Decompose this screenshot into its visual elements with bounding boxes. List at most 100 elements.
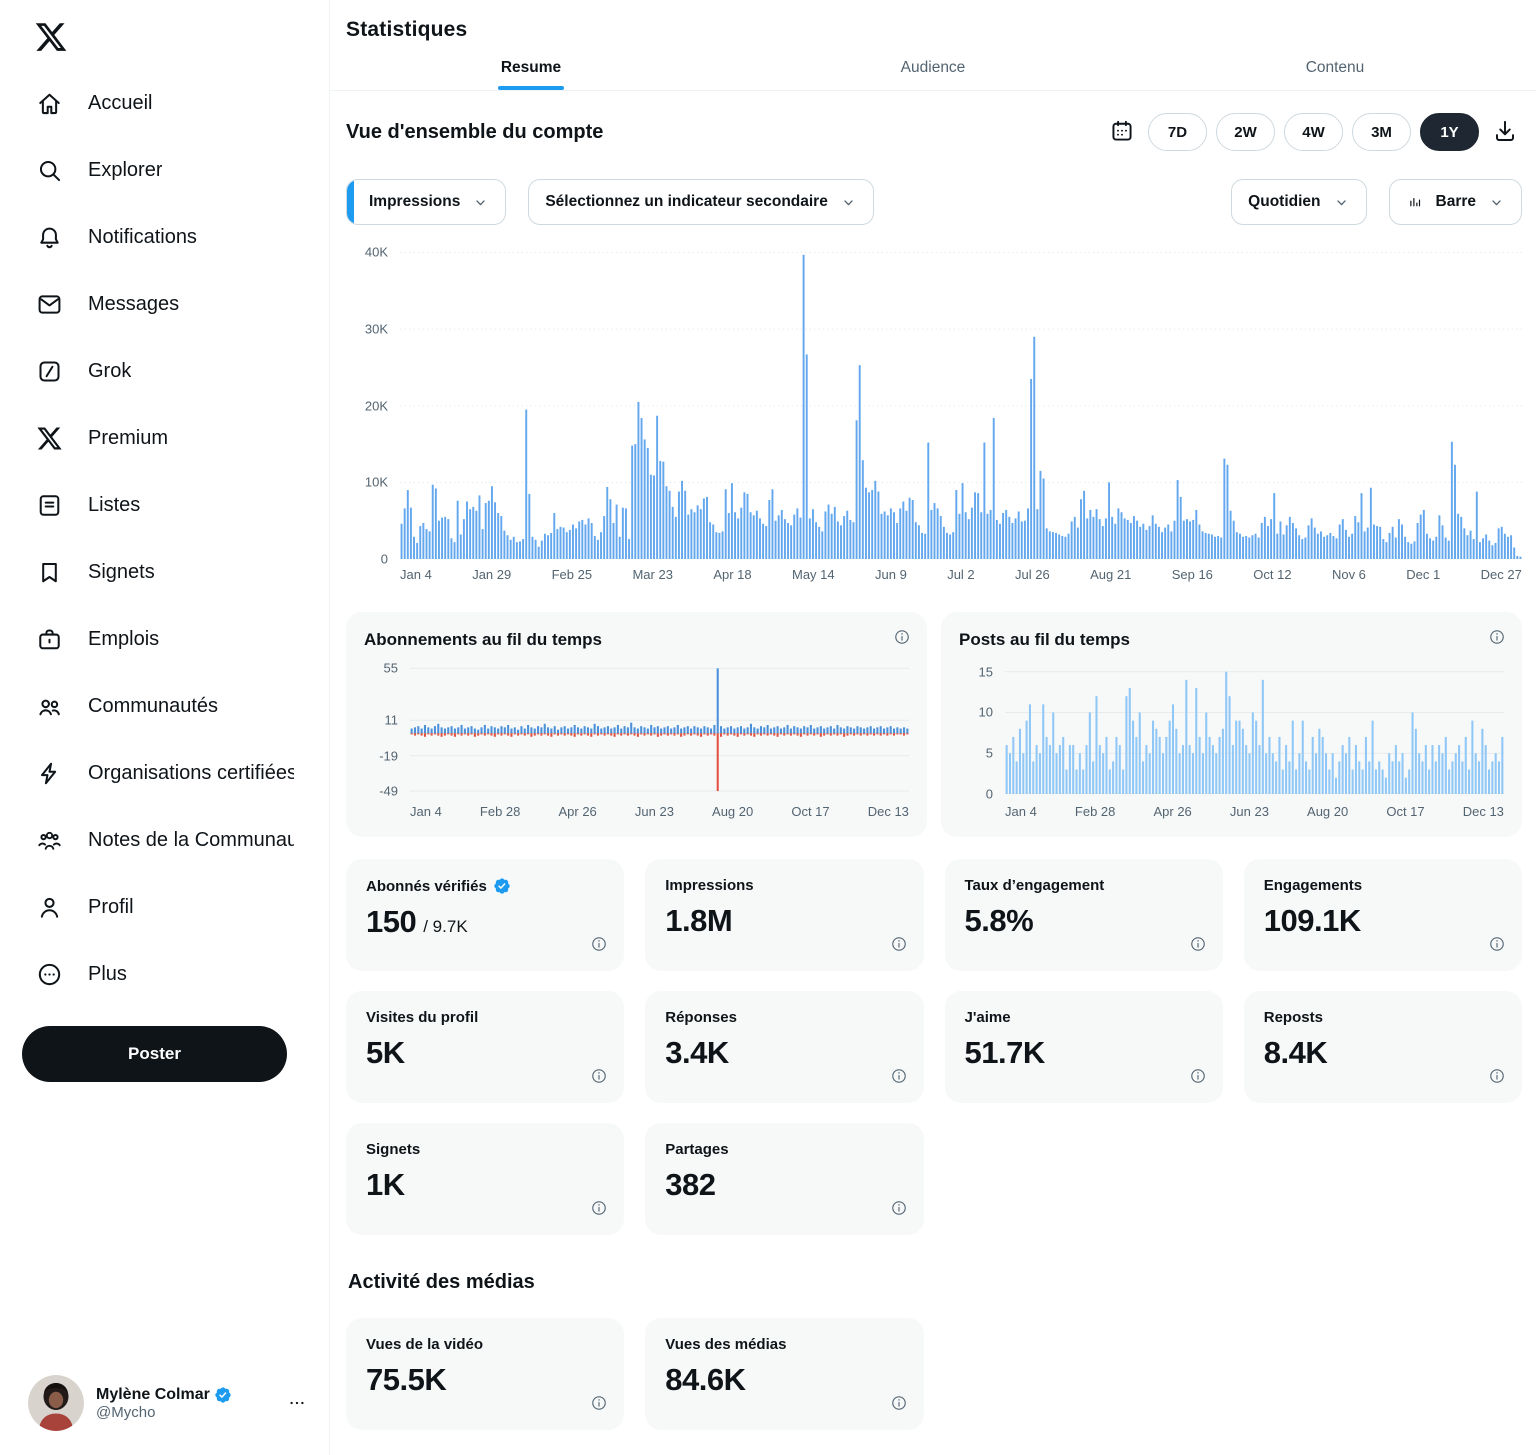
sidebar-item-label: Profil: [88, 896, 134, 919]
secondary-metric-select[interactable]: Sélectionnez un indicateur secondaire: [528, 179, 874, 225]
calendar-icon: [1109, 118, 1135, 147]
bookmark-icon: [36, 559, 63, 586]
info-icon[interactable]: [590, 1067, 608, 1085]
sidebar-item-notes-communaute[interactable]: Notes de la Communauté: [0, 807, 329, 874]
tab-resume[interactable]: Resume: [330, 46, 732, 90]
sidebar-item-plus[interactable]: Plus: [0, 941, 329, 1008]
frequency-select[interactable]: Quotidien: [1231, 179, 1366, 225]
sidebar-item-label: Explorer: [88, 159, 162, 182]
overview-title: Vue d'ensemble du compte: [346, 121, 603, 144]
more-circle-icon: [36, 961, 63, 988]
download-icon: [1492, 118, 1518, 147]
sidebar-item-label: Communautés: [88, 695, 218, 718]
range-2w[interactable]: 2W: [1216, 113, 1275, 151]
stat-card-reposts: Reposts 8.4K: [1244, 991, 1522, 1103]
more-icon[interactable]: [287, 1393, 307, 1413]
info-icon[interactable]: [893, 628, 911, 646]
info-icon[interactable]: [890, 935, 908, 953]
info-icon[interactable]: [1189, 1067, 1207, 1085]
account-switcher[interactable]: Mylène Colmar @Mycho: [28, 1375, 307, 1431]
active-tab-underline: [498, 86, 564, 90]
info-icon[interactable]: [590, 1394, 608, 1412]
info-icon[interactable]: [590, 1199, 608, 1217]
grok-icon: [36, 358, 63, 385]
sidebar-item-label: Accueil: [88, 92, 152, 115]
sidebar-item-profil[interactable]: Profil: [0, 874, 329, 941]
sidebar: Accueil Explorer Notifications Messages …: [0, 0, 330, 1455]
sidebar-item-premium[interactable]: Premium: [0, 405, 329, 472]
sidebar-item-explorer[interactable]: Explorer: [0, 137, 329, 204]
stat-card-reponses: Réponses 3.4K: [645, 991, 923, 1103]
info-icon[interactable]: [1488, 1067, 1506, 1085]
main-content: Statistiques Resume Audience Contenu Vue…: [330, 0, 1536, 1455]
stat-card-abonnes-verifies: Abonnés vérifiés 150/ 9.7K: [346, 859, 624, 971]
tab-audience[interactable]: Audience: [732, 46, 1134, 90]
page-title: Statistiques: [346, 18, 1536, 42]
stat-card-impressions: Impressions 1.8M: [645, 859, 923, 971]
account-handle: @Mycho: [96, 1404, 155, 1421]
people-icon: [36, 693, 63, 720]
info-icon[interactable]: [890, 1067, 908, 1085]
info-icon[interactable]: [1488, 935, 1506, 953]
impressions-y-axis: 40K30K20K10K0: [346, 241, 400, 559]
post-button[interactable]: Poster: [22, 1026, 287, 1082]
stat-card-engagements: Engagements 109.1K: [1244, 859, 1522, 971]
subscriptions-chart-title: Abonnements au fil du temps: [364, 630, 909, 650]
range-1y[interactable]: 1Y: [1420, 113, 1479, 151]
info-icon[interactable]: [890, 1394, 908, 1412]
sidebar-item-notifications[interactable]: Notifications: [0, 204, 329, 271]
tab-bar: Resume Audience Contenu: [330, 46, 1536, 91]
posts-y-axis: 151050: [959, 666, 1005, 794]
subscriptions-chart-card: Abonnements au fil du temps 5511-19-49 J…: [346, 612, 927, 837]
sidebar-item-organisations[interactable]: Organisations certifiées: [0, 740, 329, 807]
account-name: Mylène Colmar: [96, 1386, 210, 1404]
account-meta: Mylène Colmar @Mycho: [96, 1386, 287, 1421]
sidebar-item-label: Notes de la Communauté: [88, 829, 294, 852]
sidebar-item-communautes[interactable]: Communautés: [0, 673, 329, 740]
info-icon[interactable]: [1189, 935, 1207, 953]
info-icon[interactable]: [590, 935, 608, 953]
range-4w[interactable]: 4W: [1284, 113, 1343, 151]
posts-chart-card: Posts au fil du temps 151050 Jan 4Feb 28…: [941, 612, 1522, 837]
envelope-icon: [36, 291, 63, 318]
verified-badge-icon: [493, 877, 511, 895]
bar-chart-icon: [1406, 193, 1424, 211]
tab-contenu[interactable]: Contenu: [1134, 46, 1536, 90]
stat-card-jaime: J'aime 51.7K: [945, 991, 1223, 1103]
sidebar-item-accueil[interactable]: Accueil: [0, 70, 329, 137]
download-button[interactable]: [1488, 115, 1522, 149]
media-grid: Vues de la vidéo 75.5K Vues des médias 8…: [346, 1318, 1522, 1430]
sidebar-item-grok[interactable]: Grok: [0, 338, 329, 405]
chevron-down-icon: [1488, 194, 1505, 211]
chevron-down-icon: [1333, 194, 1350, 211]
impressions-x-axis: Jan 4Jan 29Feb 25Mar 23Apr 18May 14Jun 9…: [400, 567, 1522, 582]
range-7d[interactable]: 7D: [1148, 113, 1207, 151]
sidebar-item-listes[interactable]: Listes: [0, 472, 329, 539]
search-icon: [36, 157, 63, 184]
stats-grid: Abonnés vérifiés 150/ 9.7K Impressions 1…: [346, 859, 1522, 1235]
sidebar-item-label: Emplois: [88, 628, 159, 651]
impressions-chart: 40K30K20K10K0: [346, 241, 1522, 559]
sidebar-item-label: Plus: [88, 963, 127, 986]
sidebar-item-label: Notifications: [88, 226, 197, 249]
range-3m[interactable]: 3M: [1352, 113, 1411, 151]
info-icon[interactable]: [1488, 628, 1506, 646]
info-icon[interactable]: [890, 1199, 908, 1217]
primary-metric-select[interactable]: Impressions: [346, 179, 506, 225]
verified-badge-icon: [214, 1386, 232, 1404]
sidebar-item-messages[interactable]: Messages: [0, 271, 329, 338]
stat-card-vues-medias: Vues des médias 84.6K: [645, 1318, 923, 1430]
bell-icon: [36, 224, 63, 251]
stat-card-partages: Partages 382: [645, 1123, 923, 1235]
sidebar-item-label: Grok: [88, 360, 131, 383]
impressions-plot: [400, 241, 1522, 559]
subscriptions-plot: [410, 666, 909, 794]
sidebar-item-label: Messages: [88, 293, 179, 316]
x-logo-icon[interactable]: [34, 20, 68, 54]
sidebar-item-emplois[interactable]: Emplois: [0, 606, 329, 673]
sidebar-item-signets[interactable]: Signets: [0, 539, 329, 606]
person-icon: [36, 894, 63, 921]
chart-type-select[interactable]: Barre: [1389, 179, 1523, 225]
stat-card-signets: Signets 1K: [346, 1123, 624, 1235]
calendar-button[interactable]: [1105, 115, 1139, 149]
